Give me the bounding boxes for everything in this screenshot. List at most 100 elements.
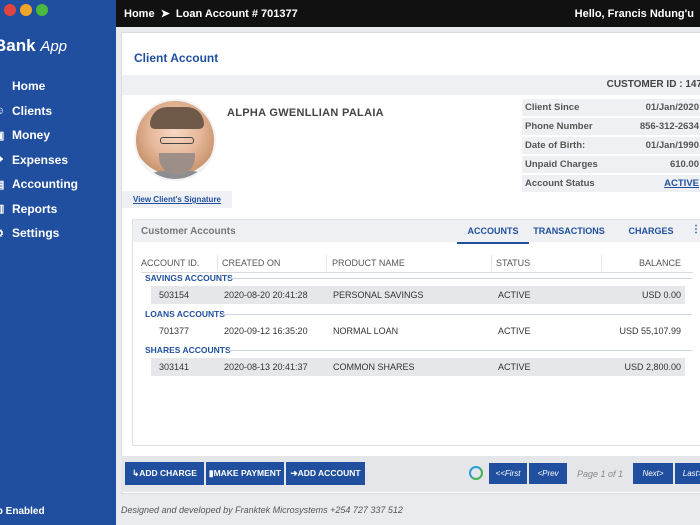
info-label: Client Since	[522, 99, 620, 116]
info-row-phone: Phone Number 856-312-2634	[522, 118, 700, 135]
cell-account-id: 303141	[159, 362, 190, 372]
sidebar-nav: ⌂Home ☺Clients ▣Money ✥Expenses ▤Account…	[0, 74, 78, 246]
sidebar-item-money[interactable]: ▣Money	[0, 123, 78, 148]
info-value: 01/Jan/2020	[620, 99, 700, 116]
add-account-button[interactable]: ➔ADD ACCOUNT	[286, 462, 365, 485]
app-brand: Bank App	[0, 36, 67, 56]
make-payment-button[interactable]: ▮MAKE PAYMENT	[206, 462, 284, 485]
column-header: STATUS	[496, 258, 531, 268]
table-row[interactable]: 303141 2020-08-13 20:41:37 COMMON SHARES…	[151, 358, 685, 376]
breadcrumb-separator-icon: ➤	[160, 8, 170, 20]
add-charge-label: ADD CHARGE	[139, 468, 197, 478]
brand-bold: Bank	[0, 36, 36, 55]
page-title: Client Account	[134, 51, 219, 65]
sidebar-item-label: Accounting	[12, 177, 78, 192]
brand-italic: App	[40, 38, 68, 55]
gear-icon: ⚙	[0, 227, 12, 240]
maximize-window-button[interactable]	[36, 4, 48, 16]
client-account-panel: Client Account CUSTOMER ID : 147 View Cl…	[121, 32, 700, 494]
info-value: 856-312-2634	[620, 118, 700, 135]
footer-credit: Designed and developed by Franktek Micro…	[121, 505, 403, 515]
cell-created-on: 2020-08-13 20:41:37	[224, 362, 308, 372]
sidebar-item-reports[interactable]: ▥Reports	[0, 197, 78, 222]
cell-created-on: 2020-09-12 16:35:20	[224, 326, 308, 336]
column-header: CREATED ON	[222, 258, 281, 268]
info-row-account-status: Account Status ACTIVE	[522, 175, 700, 192]
top-bar: Home ➤ Loan Account # 701377 Hello, Fran…	[116, 0, 700, 27]
tab-charges[interactable]: CHARGES	[623, 220, 679, 244]
info-value: 01/Jan/1990	[620, 137, 700, 154]
sidebar-item-label: Settings	[12, 226, 60, 241]
cell-balance: USD 0.00	[641, 290, 681, 300]
account-status-link[interactable]: ACTIVE	[620, 175, 700, 192]
add-charge-button[interactable]: ↳ADD CHARGE	[125, 462, 204, 485]
user-greeting: Hello, Francis Ndung'u	[574, 7, 694, 20]
cell-status: ACTIVE	[498, 362, 531, 372]
close-window-button[interactable]	[4, 4, 16, 16]
more-tabs-icon[interactable]: ⋮	[691, 224, 700, 235]
sidebar-item-home[interactable]: ⌂Home	[0, 74, 78, 99]
action-bar: ↳ADD CHARGE ▮MAKE PAYMENT ➔ADD ACCOUNT <…	[121, 456, 700, 492]
expenses-icon: ✥	[0, 153, 12, 166]
customer-id: CUSTOMER ID : 147	[606, 79, 700, 90]
last-page-button[interactable]: Last>>	[675, 463, 700, 484]
accounts-header: Customer Accounts ACCOUNTS TRANSACTIONS …	[133, 220, 700, 244]
info-row-unpaid-charges: Unpaid Charges 610.00	[522, 156, 700, 173]
sidebar-item-label: Expenses	[12, 152, 69, 167]
info-label: Account Status	[522, 175, 620, 192]
table-row[interactable]: 503154 2020-08-20 20:41:28 PERSONAL SAVI…	[151, 286, 685, 304]
first-page-button[interactable]: <<First	[489, 463, 527, 484]
column-header: PRODUCT NAME	[332, 258, 405, 268]
client-info-table: Client Since 01/Jan/2020 Phone Number 856-…	[522, 97, 700, 194]
info-row-dob: Date of Birth: 01/Jan/1990	[522, 137, 700, 154]
sidebar-item-clients[interactable]: ☺Clients	[0, 99, 78, 124]
view-signature-link[interactable]: View Client's Signature	[122, 191, 232, 208]
arrow-right-icon: ➔	[290, 468, 298, 478]
cell-balance: USD 55,107.99	[619, 326, 681, 336]
page-info: Page 1 of 1	[577, 469, 624, 479]
table-row[interactable]: 701377 2020-09-12 16:35:20 NORMAL LOAN A…	[151, 322, 685, 340]
group-title-loans: LOANS ACCOUNTS	[145, 309, 225, 319]
customer-id-bar: CUSTOMER ID : 147	[122, 75, 700, 95]
sidebar-item-accounting[interactable]: ▤Accounting	[0, 172, 78, 197]
refresh-icon[interactable]	[469, 466, 483, 480]
breadcrumb: Home ➤ Loan Account # 701377	[124, 7, 301, 20]
accounting-icon: ▤	[0, 178, 12, 191]
sidebar-item-label: Home	[12, 79, 46, 94]
customer-accounts-panel: Customer Accounts ACCOUNTS TRANSACTIONS …	[132, 219, 700, 446]
window-controls	[4, 4, 48, 16]
users-icon: ☺	[0, 105, 12, 117]
cell-created-on: 2020-08-20 20:41:28	[224, 290, 308, 300]
cell-product-name: NORMAL LOAN	[333, 326, 399, 336]
prev-page-button[interactable]: <Prev	[529, 463, 567, 484]
info-value: 610.00	[620, 156, 700, 173]
minimize-window-button[interactable]	[20, 4, 32, 16]
tab-transactions[interactable]: TRANSACTIONS	[531, 220, 607, 244]
home-icon: ⌂	[0, 80, 12, 92]
info-row-client-since: Client Since 01/Jan/2020	[522, 99, 700, 116]
cell-balance: USD 2,800.00	[624, 362, 681, 372]
cell-product-name: PERSONAL SAVINGS	[333, 290, 424, 300]
sidebar-item-label: Clients	[12, 103, 53, 118]
info-label: Unpaid Charges	[522, 156, 620, 173]
info-label: Phone Number	[522, 118, 620, 135]
sidebar-item-label: Money	[12, 128, 51, 143]
group-title-savings: SAVINGS ACCOUNTS	[145, 273, 233, 283]
cell-account-id: 503154	[159, 290, 190, 300]
accounts-table-header: ACCOUNT ID. CREATED ON PRODUCT NAME STAT…	[141, 255, 693, 273]
cell-account-id: 701377	[159, 326, 190, 336]
accounts-panel-label: Customer Accounts	[141, 226, 236, 237]
reports-icon: ▥	[0, 202, 12, 215]
breadcrumb-current: Loan Account # 701377	[175, 8, 298, 20]
column-header: ACCOUNT ID.	[141, 258, 200, 268]
next-page-button[interactable]: Next>	[633, 463, 673, 484]
client-avatar	[134, 99, 216, 181]
sidebar-item-settings[interactable]: ⚙Settings	[0, 221, 78, 246]
sidebar: Bank App ⌂Home ☺Clients ▣Money ✥Expenses…	[0, 0, 116, 525]
breadcrumb-home[interactable]: Home	[124, 8, 155, 20]
tab-accounts[interactable]: ACCOUNTS	[457, 220, 529, 244]
client-name: ALPHA GWENLLIAN PALAIA	[227, 107, 384, 119]
sidebar-item-expenses[interactable]: ✥Expenses	[0, 148, 78, 173]
column-header: BALANCE	[639, 258, 682, 268]
cell-product-name: COMMON SHARES	[333, 362, 415, 372]
